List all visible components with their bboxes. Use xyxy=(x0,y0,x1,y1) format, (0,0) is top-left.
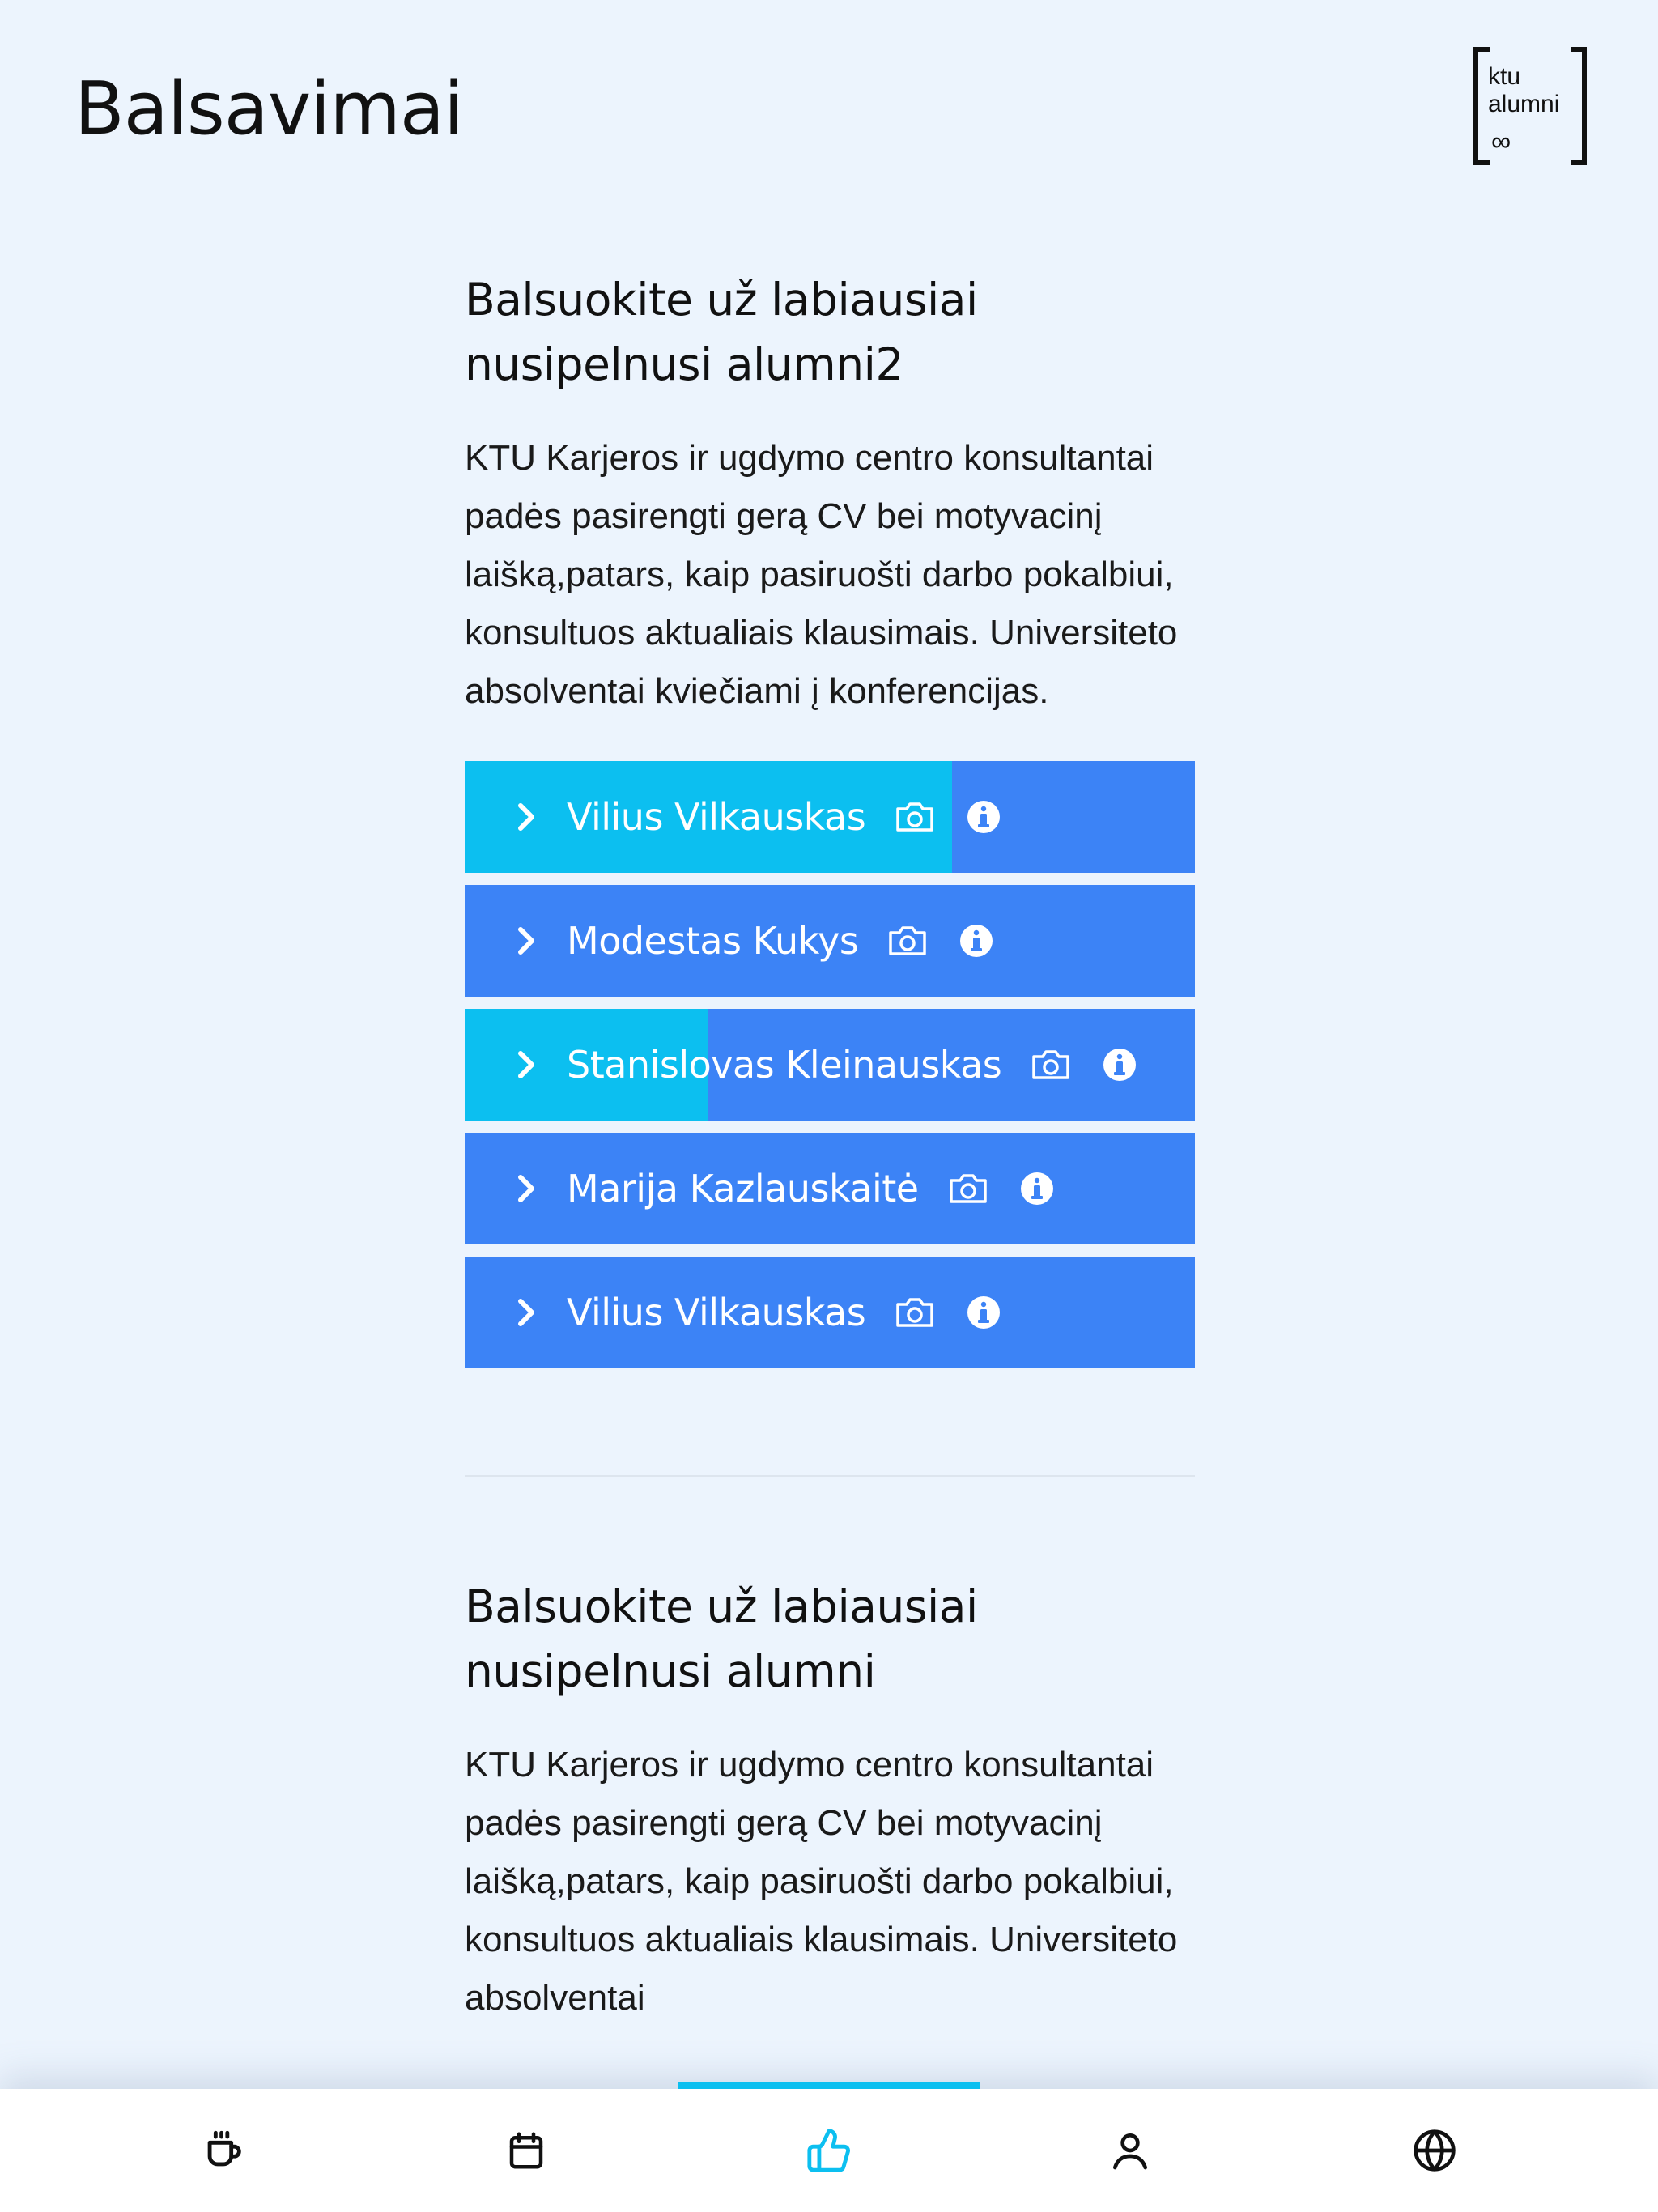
vote-title: Balsuokite už labiausiai nusipelnusi alu… xyxy=(465,1580,978,1697)
vote-description: KTU Karjeros ir ugdymo centro konsultant… xyxy=(465,438,1178,711)
votes-list: Balsuokite už labiausiai nusipelnusi alu… xyxy=(465,267,1195,2027)
coffee-cup-icon xyxy=(207,2130,241,2167)
chevron-right-icon xyxy=(517,1173,538,1204)
vote-title: Balsuokite už labiausiai nusipelnusi alu… xyxy=(465,274,978,390)
vote-section: Balsuokite už labiausiai nusipelnusi alu… xyxy=(465,1574,1195,2027)
camera-icon[interactable] xyxy=(895,1295,935,1330)
candidate-list: Vilius Vilkauskas Modestas Kukys Stanislov… xyxy=(465,761,1195,1368)
candidate-name: Marija Kazlauskaitė xyxy=(567,1167,919,1210)
ktu-alumni-logo: ktu alumni ∞ xyxy=(1473,47,1587,170)
nav-votes[interactable] xyxy=(780,2089,878,2212)
info-icon[interactable] xyxy=(1019,1171,1055,1206)
candidate-name: Stanislovas Kleinauskas xyxy=(567,1043,1002,1087)
thumbs-up-icon xyxy=(807,2129,850,2172)
user-icon xyxy=(1113,2133,1147,2170)
nav-news[interactable] xyxy=(175,2089,272,2212)
nav-language[interactable] xyxy=(1386,2089,1483,2212)
info-icon[interactable] xyxy=(966,799,1001,835)
camera-icon[interactable] xyxy=(1031,1047,1071,1083)
page-title: Balsavimai xyxy=(74,66,464,151)
candidate-button[interactable]: Marija Kazlauskaitė xyxy=(465,1133,1195,1244)
info-icon[interactable] xyxy=(959,923,994,959)
candidate-name: Modestas Kukys xyxy=(567,919,859,963)
candidate-name: Vilius Vilkauskas xyxy=(567,795,866,839)
section-divider xyxy=(465,1475,1195,1477)
chevron-right-icon xyxy=(517,925,538,956)
chevron-right-icon xyxy=(517,1297,538,1328)
bottom-nav xyxy=(0,2082,1658,2212)
nav-events[interactable] xyxy=(478,2089,575,2212)
vote-description: KTU Karjeros ir ugdymo centro konsultant… xyxy=(465,1745,1178,2018)
calendar-icon xyxy=(509,2132,543,2169)
nav-profile[interactable] xyxy=(1082,2089,1179,2212)
info-icon[interactable] xyxy=(966,1295,1001,1330)
candidate-button[interactable]: Stanislovas Kleinauskas xyxy=(465,1009,1195,1121)
info-icon[interactable] xyxy=(1102,1047,1137,1083)
camera-icon[interactable] xyxy=(948,1171,988,1206)
chevron-right-icon xyxy=(517,802,538,832)
active-tab-indicator xyxy=(678,2082,980,2089)
candidate-name: Vilius Vilkauskas xyxy=(567,1291,866,1334)
globe-icon xyxy=(1414,2129,1456,2172)
candidate-button[interactable]: Vilius Vilkauskas xyxy=(465,761,1195,873)
candidate-button[interactable]: Vilius Vilkauskas xyxy=(465,1257,1195,1368)
camera-icon[interactable] xyxy=(887,923,928,959)
camera-icon[interactable] xyxy=(895,799,935,835)
vote-section: Balsuokite už labiausiai nusipelnusi alu… xyxy=(465,267,1195,1368)
candidate-button[interactable]: Modestas Kukys xyxy=(465,885,1195,997)
chevron-right-icon xyxy=(517,1049,538,1080)
